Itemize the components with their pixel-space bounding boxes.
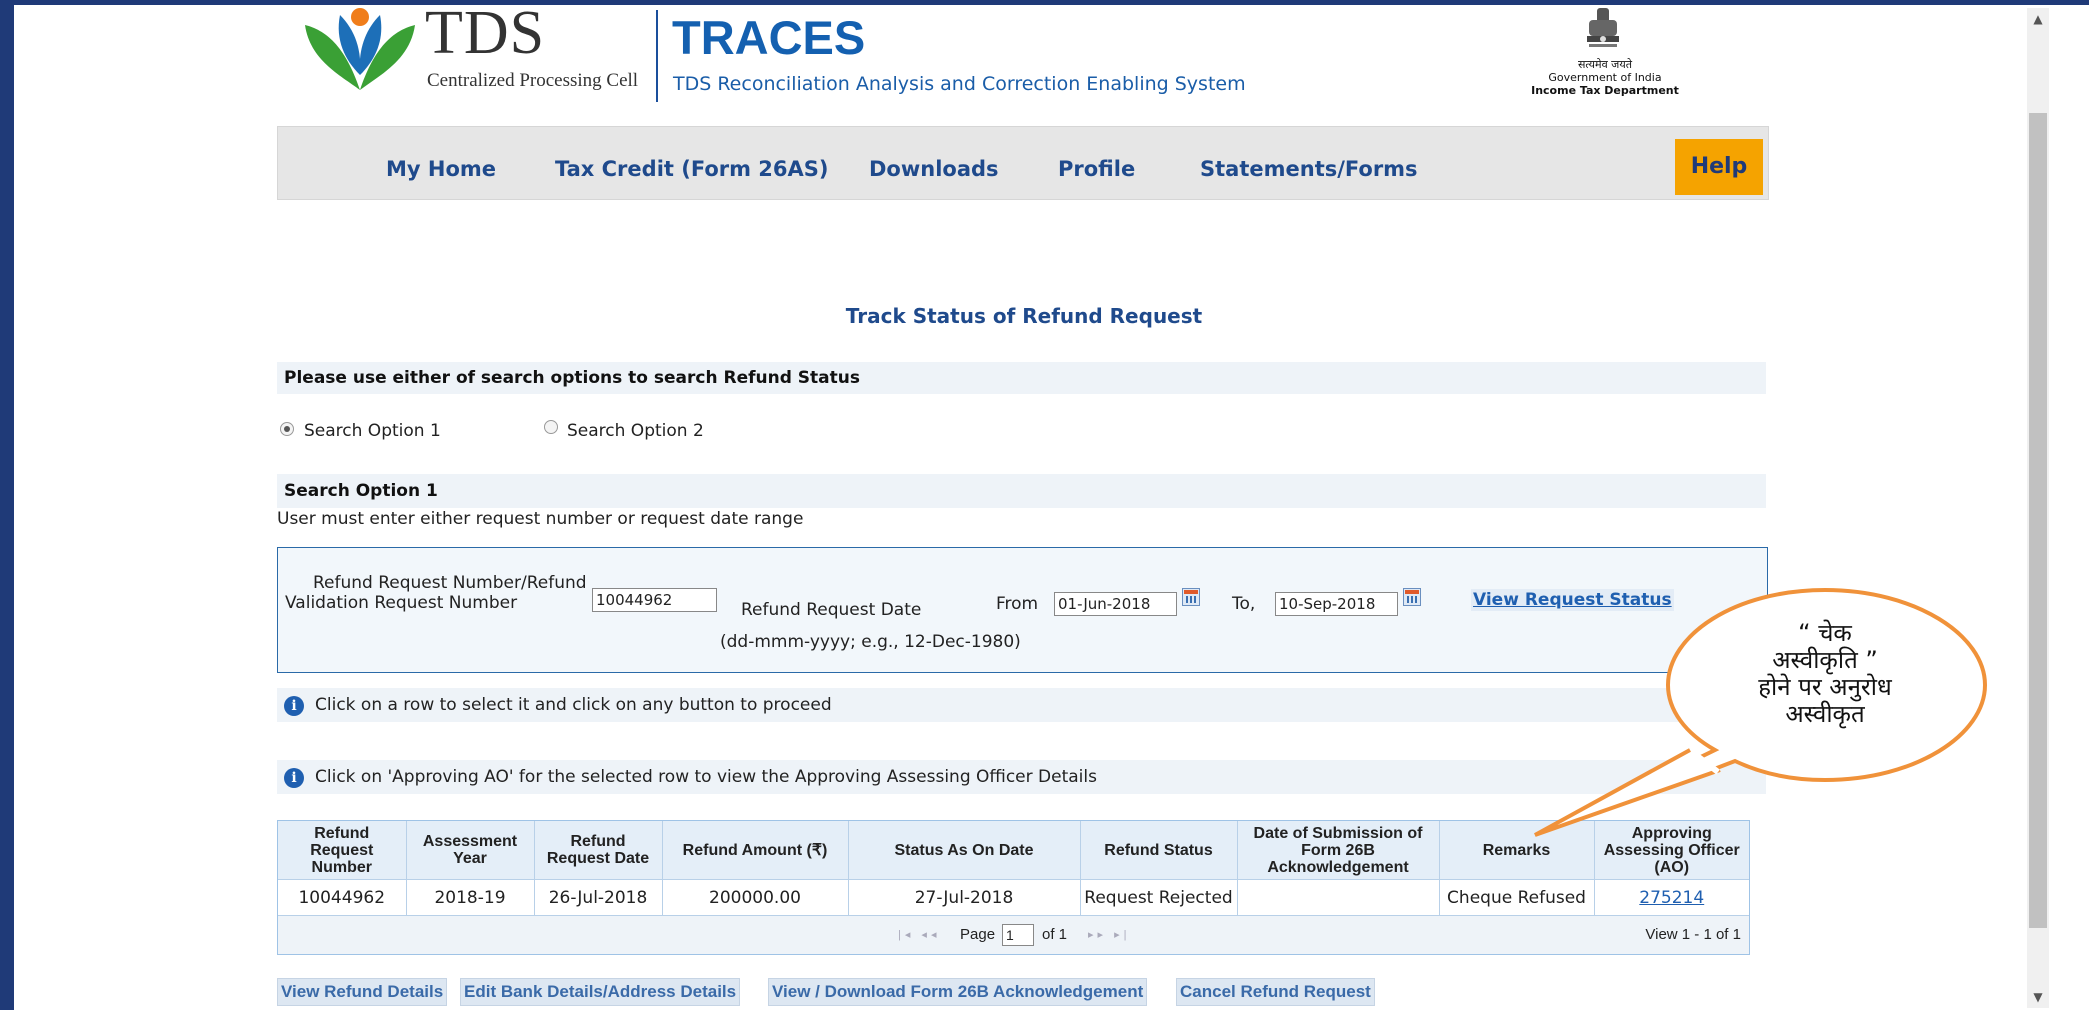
search-option-note: User must enter either request number or… [277,509,804,529]
refund-status-table: Refund Request Number Assessment Year Re… [277,820,1750,955]
emblem-department: Income Tax Department [1531,84,1679,97]
info-icon: i [284,696,304,716]
cell-refund-status: Request Rejected [1080,879,1238,916]
search-form-box: Refund Request Number/Refund Validation … [277,547,1768,673]
callout-line-3: होने पर अनुरोध [1758,673,1892,701]
request-date-label: Refund Request Date [741,600,922,620]
to-calendar-icon[interactable] [1403,588,1421,606]
app-title: TRACES [672,11,866,64]
search-option-section-bar: Search Option 1 [277,474,1766,508]
nav-downloads[interactable]: Downloads [869,157,999,181]
col-header-refund-request-number[interactable]: Refund Request Number [278,821,407,880]
vertical-scrollbar[interactable]: ▲ ▼ [2027,8,2049,1008]
app-subtitle: TDS Reconciliation Analysis and Correcti… [673,73,1246,95]
request-number-input[interactable]: 10044962 [592,588,717,612]
cell-remarks: Cheque Refused [1439,879,1595,916]
from-date-input[interactable]: 01-Jun-2018 [1054,592,1177,616]
request-number-label: Refund Request Number/Refund Validation … [285,573,587,613]
cell-approving-ao: 275214 [1594,879,1749,916]
pager-page-input[interactable]: 1 [1002,924,1034,946]
search-option-2-radio[interactable] [544,420,558,434]
col-header-assessment-year[interactable]: Assessment Year [406,821,535,880]
to-date-label: To, [1232,594,1256,614]
logo-subtitle: Centralized Processing Cell [427,70,639,91]
scroll-up-icon[interactable]: ▲ [2027,8,2049,30]
table-pager: |◂ ◂◂ Page 1 of 1 ▸▸ ▸| View 1 - 1 of 1 [278,916,1749,954]
col-header-refund-request-date[interactable]: Refund Request Date [534,821,663,880]
search-hint-bar: Please use either of search options to s… [277,362,1766,394]
cell-assessment-year: 2018-19 [406,879,535,916]
header-divider [656,10,658,102]
cell-refund-amount: 200000.00 [662,879,849,916]
search-option-section-title: Search Option 1 [284,481,438,501]
nav-my-home[interactable]: My Home [386,157,496,181]
search-hint-text: Please use either of search options to s… [284,368,860,388]
search-option-2-label[interactable]: Search Option 2 [567,421,704,441]
table-row[interactable]: 10044962 2018-19 26-Jul-2018 200000.00 2… [278,879,1749,916]
emblem-government: Government of India [1548,71,1662,84]
callout-line-4: अस्वीकृत [1785,700,1865,728]
pager-of-label: of 1 [1042,926,1068,943]
cell-refund-request-number: 10044962 [278,879,407,916]
nav-statements-forms[interactable]: Statements/Forms [1200,157,1418,181]
search-option-1-radio[interactable] [280,422,294,436]
from-date-label: From [996,594,1039,614]
info-row-select-text: Click on a row to select it and click on… [315,695,832,715]
main-navbar: My Home Tax Credit (Form 26AS) Downloads… [277,126,1769,200]
download-form-26b-button[interactable]: View / Download Form 26B Acknowledgement [768,978,1148,1006]
emblem-caption: सत्यमेव जयते Government of India Income … [1510,58,1700,97]
col-header-refund-amount[interactable]: Refund Amount (₹) [662,821,849,880]
national-emblem-icon [1587,8,1619,47]
search-option-1-label[interactable]: Search Option 1 [304,421,441,441]
emblem-motto: सत्यमेव जयते [1577,58,1632,71]
scroll-down-icon[interactable]: ▼ [2027,986,2049,1008]
view-request-status-link[interactable]: View Request Status [1471,589,1674,611]
nav-profile[interactable]: Profile [1058,157,1135,181]
info-icon: i [284,768,304,788]
callout-line-1: “ चेक [1798,619,1852,647]
edit-bank-details-button[interactable]: Edit Bank Details/Address Details [460,978,741,1006]
page-title: Track Status of Refund Request [845,304,1203,328]
pager-next-last-icon[interactable]: ▸▸ ▸| [1088,928,1130,941]
logo-title: TDS [425,0,546,67]
nav-tax-credit[interactable]: Tax Credit (Form 26AS) [555,157,829,181]
col-header-date-of-submission[interactable]: Date of Submission of Form 26B Acknowled… [1237,821,1440,880]
date-format-hint: (dd-mmm-yyyy; e.g., 12-Dec-1980) [720,632,1021,652]
pager-first-prev-icon[interactable]: |◂ ◂◂ [898,928,940,941]
view-refund-details-button[interactable]: View Refund Details [277,978,448,1006]
from-calendar-icon[interactable] [1182,588,1200,606]
col-header-status-as-on-date[interactable]: Status As On Date [848,821,1081,880]
info-approving-ao-text: Click on 'Approving AO' for the selected… [315,767,1097,787]
help-button[interactable]: Help [1675,139,1763,195]
cell-refund-request-date: 26-Jul-2018 [534,879,663,916]
col-header-refund-status[interactable]: Refund Status [1080,821,1238,880]
pager-view-count: View 1 - 1 of 1 [1645,926,1741,943]
pager-page-label: Page [960,926,996,943]
callout-line-2: अस्वीकृति ” [1772,646,1878,674]
tds-logo-icon [305,8,415,90]
cancel-refund-request-button[interactable]: Cancel Refund Request [1176,978,1375,1006]
scroll-thumb[interactable] [2029,113,2047,928]
approving-ao-link[interactable]: 275214 [1639,888,1704,908]
callout-text: “ चेक अस्वीकृति ” होने पर अनुरोध अस्वीकृ… [1690,620,1960,728]
info-row-select: i Click on a row to select it and click … [277,688,1766,722]
cell-status-as-on-date: 27-Jul-2018 [848,879,1081,916]
to-date-input[interactable]: 10-Sep-2018 [1275,592,1398,616]
callout-pointer [1534,748,1721,837]
cell-date-of-submission [1237,879,1440,916]
